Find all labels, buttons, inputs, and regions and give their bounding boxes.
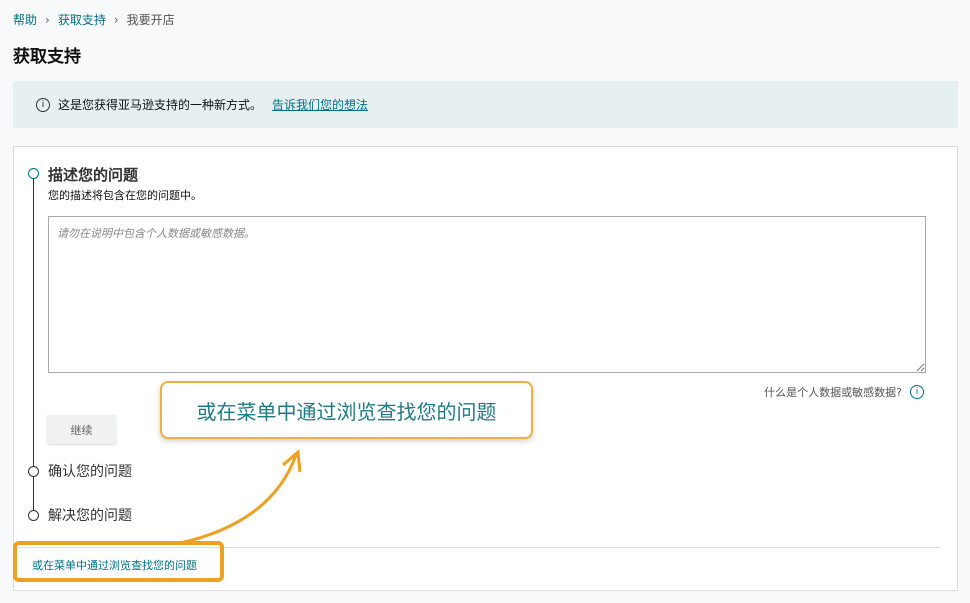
annotation-arrow-icon <box>0 0 970 603</box>
annotation-callout: 或在菜单中通过浏览查找您的问题 <box>160 381 533 439</box>
